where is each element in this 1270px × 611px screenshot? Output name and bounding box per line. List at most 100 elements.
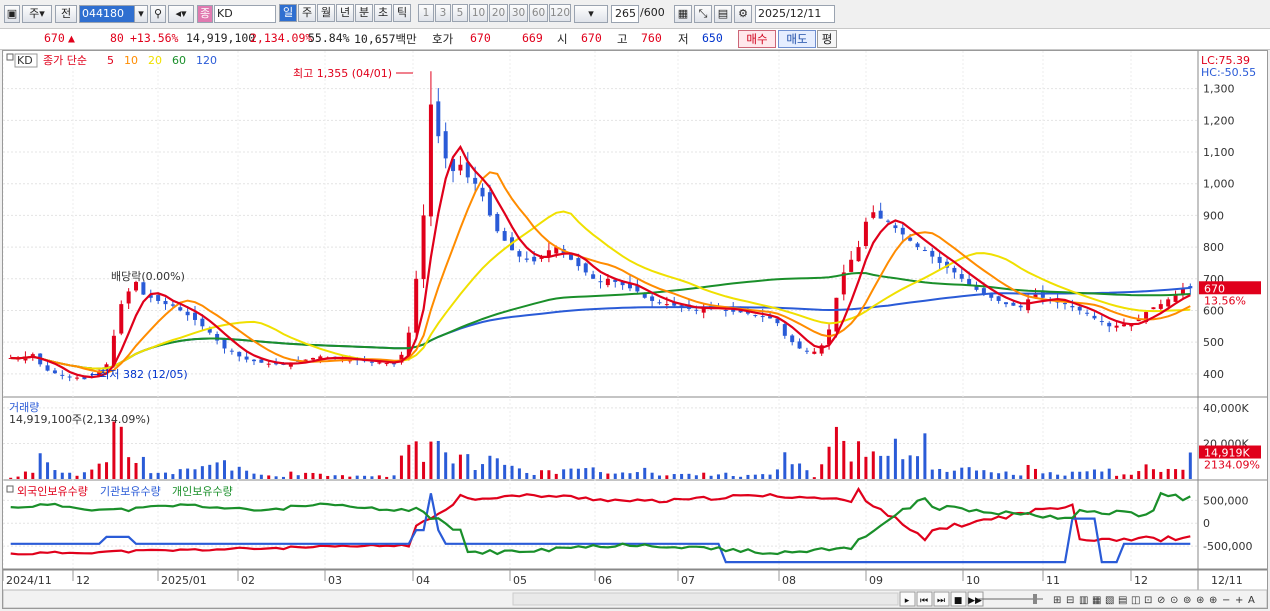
volume-bar [370, 476, 374, 479]
candle-body [753, 315, 758, 317]
tick-tab-30[interactable]: 30 [509, 4, 528, 22]
speaker-icon[interactable]: ◂▾ [168, 5, 194, 23]
x-axis-label: 05 [513, 574, 527, 587]
volume-bar [237, 466, 241, 479]
period-tab-2[interactable]: 월 [317, 4, 335, 22]
tool-icon-13: − [1222, 595, 1230, 606]
candle-body [222, 339, 227, 349]
tick-tab-20[interactable]: 20 [489, 4, 508, 22]
volume-bar [112, 421, 116, 479]
search-icon[interactable]: ⚲ [150, 5, 166, 23]
tool-icon-6: ◫ [1131, 595, 1140, 606]
trend-tool-icon[interactable]: ⤡ [694, 5, 712, 23]
prev-button[interactable]: 전 [55, 5, 77, 23]
candle-body [598, 281, 603, 283]
price-tick-label: 500 [1203, 336, 1224, 349]
period-tab-1[interactable]: 주 [298, 4, 316, 22]
save-icon[interactable]: ▤ [714, 5, 732, 23]
candle-body [804, 350, 809, 352]
tick-tab-120[interactable]: 120 [549, 4, 571, 22]
volume-bar [680, 473, 684, 479]
candle-body [1158, 304, 1163, 309]
tick-tabs: 1 3 5 10 20 30 60 120 [418, 4, 571, 23]
volume-bar [326, 475, 330, 479]
sell-button[interactable]: 매도 [778, 30, 816, 48]
candle-body [642, 293, 647, 298]
candle-body [126, 291, 131, 304]
volume-bar [908, 455, 912, 479]
volume-bar [193, 469, 197, 479]
candle-body [900, 227, 905, 235]
candle-body [1070, 306, 1075, 308]
candle-body [591, 274, 596, 279]
volume-bar [208, 464, 212, 479]
volume-bar [503, 464, 507, 479]
tick-tab-5[interactable]: 5 [452, 4, 468, 22]
volume-bar [1070, 471, 1074, 479]
volume-bar [761, 474, 765, 479]
period-tab-3[interactable]: 년 [336, 4, 354, 22]
volume-bar [621, 472, 625, 479]
volume-bar [643, 467, 647, 479]
candle-body [45, 365, 50, 371]
volume-bar [798, 463, 802, 479]
stock-name-field[interactable]: KD [214, 5, 276, 23]
eval-button[interactable]: 평 [817, 30, 837, 48]
volume-bar [451, 463, 455, 479]
candle-body [576, 258, 581, 267]
candle-body [170, 304, 175, 306]
volume-bar [960, 467, 964, 479]
toolbar: ▣ 주▾ 전 044180 ▾ ⚲ ◂▾ 종 KD 일주월년분초틱 1 3 5 10 2… [0, 3, 1270, 25]
tick-tab-60[interactable]: 60 [529, 4, 548, 22]
holdings-legend-2: 개인보유수량 [172, 485, 233, 498]
tick-tab-3[interactable]: 3 [435, 4, 451, 22]
x-axis-label: 2024/11 [6, 574, 52, 587]
gear-icon[interactable]: ⚙ [734, 5, 752, 23]
chart-area[interactable]: 400 500 600 700 800 900 1,000 1,100 1,200 1,300 20… [2, 50, 1268, 609]
count-input[interactable]: 265 [611, 5, 639, 23]
volume-bar [540, 470, 544, 479]
candle-body [952, 267, 957, 273]
last-pct-label: 13.56% [1204, 294, 1246, 307]
volume-bar [105, 462, 109, 479]
tick-tab-10[interactable]: 10 [469, 4, 488, 22]
tool-icon-9: ⊙ [1170, 595, 1178, 606]
candle-body [782, 324, 787, 336]
buy-button[interactable]: 매수 [738, 30, 776, 48]
period-tab-4[interactable]: 분 [355, 4, 373, 22]
quote-amount: 10,657백만 [354, 32, 417, 46]
candle-body [878, 210, 883, 219]
tool-icon-7: ⊡ [1144, 595, 1152, 606]
x-axis-label: 06 [598, 574, 612, 587]
chart-svg[interactable]: 4005006007008009001,0001,1001,2001,30020… [2, 51, 1268, 609]
window-menu-icon[interactable]: ▣ [4, 5, 20, 23]
tool-icon-14: + [1235, 595, 1243, 606]
tick-dropdown[interactable]: ▾ [574, 5, 608, 23]
quote-high: 760 [641, 31, 662, 45]
candle-body [1114, 325, 1119, 328]
volume-bar [274, 476, 278, 479]
code-dropdown-icon[interactable]: ▾ [134, 5, 148, 23]
market-kind-select[interactable]: 주▾ [22, 5, 52, 23]
candle-body [141, 282, 146, 295]
candle-body [178, 307, 183, 311]
code-input[interactable]: 044180 [79, 5, 135, 23]
scroll-track [512, 592, 899, 606]
holdings-legend-0: 외국인보유수량 [17, 485, 88, 498]
nav-button-icon-1: ⏮ [920, 596, 928, 606]
period-tab-0[interactable]: 일 [279, 4, 297, 22]
volume-bar [171, 474, 175, 479]
grid-tool-icon[interactable]: ▦ [674, 5, 692, 23]
candle-body [996, 296, 1001, 301]
candle-body [930, 250, 935, 257]
volume-bar [576, 468, 580, 479]
period-tab-5[interactable]: 초 [374, 4, 392, 22]
candle-body [723, 309, 728, 311]
date-input[interactable]: 2025/12/11 [755, 5, 835, 23]
candle-body [75, 377, 80, 379]
up-arrow-icon: ▲ [68, 31, 75, 45]
tool-icon-15: A [1248, 595, 1255, 606]
tick-tab-1[interactable]: 1 [418, 4, 434, 22]
period-tab-6[interactable]: 틱 [393, 4, 411, 22]
candle-body [377, 362, 382, 364]
